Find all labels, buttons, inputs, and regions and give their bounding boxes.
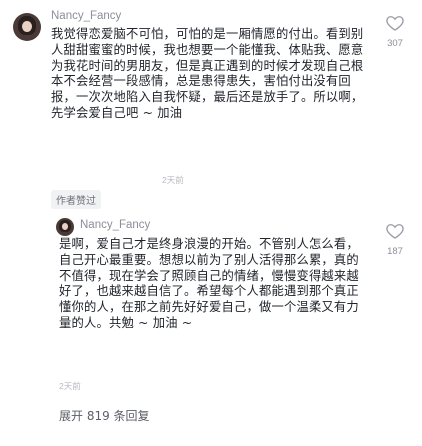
comment-avatar[interactable] xyxy=(13,13,41,41)
reply-like-button[interactable] xyxy=(385,221,405,241)
reply-like-count: 187 xyxy=(387,246,403,257)
comment-text[interactable]: 我觉得恋爱脑不可怕，可怕的是一厢情愿的付出。看到别人甜甜蜜蜜的时候，我也想要一个… xyxy=(51,27,366,157)
heart-icon xyxy=(386,16,404,31)
like-count: 307 xyxy=(387,38,403,49)
expand-replies-link[interactable]: 展开 819 条回复 xyxy=(59,407,150,424)
like-button[interactable] xyxy=(385,13,405,33)
author-liked-tag: 作者赞过 xyxy=(51,189,101,209)
reply-time: 2天前 xyxy=(59,381,81,391)
reply-username[interactable]: Nancy_Fancy xyxy=(80,219,150,231)
reply-avatar[interactable] xyxy=(56,218,74,236)
author-liked-label: 作者赞过 xyxy=(51,190,101,209)
comment-username[interactable]: Nancy_Fancy xyxy=(51,10,121,22)
heart-icon xyxy=(386,224,404,239)
comment-time: 2天前 xyxy=(162,175,184,185)
reply-text[interactable]: 是啊，爱自己才是终身浪漫的开始。不管别人怎么看，自己开心最重要。想想以前为了别人… xyxy=(59,237,359,363)
